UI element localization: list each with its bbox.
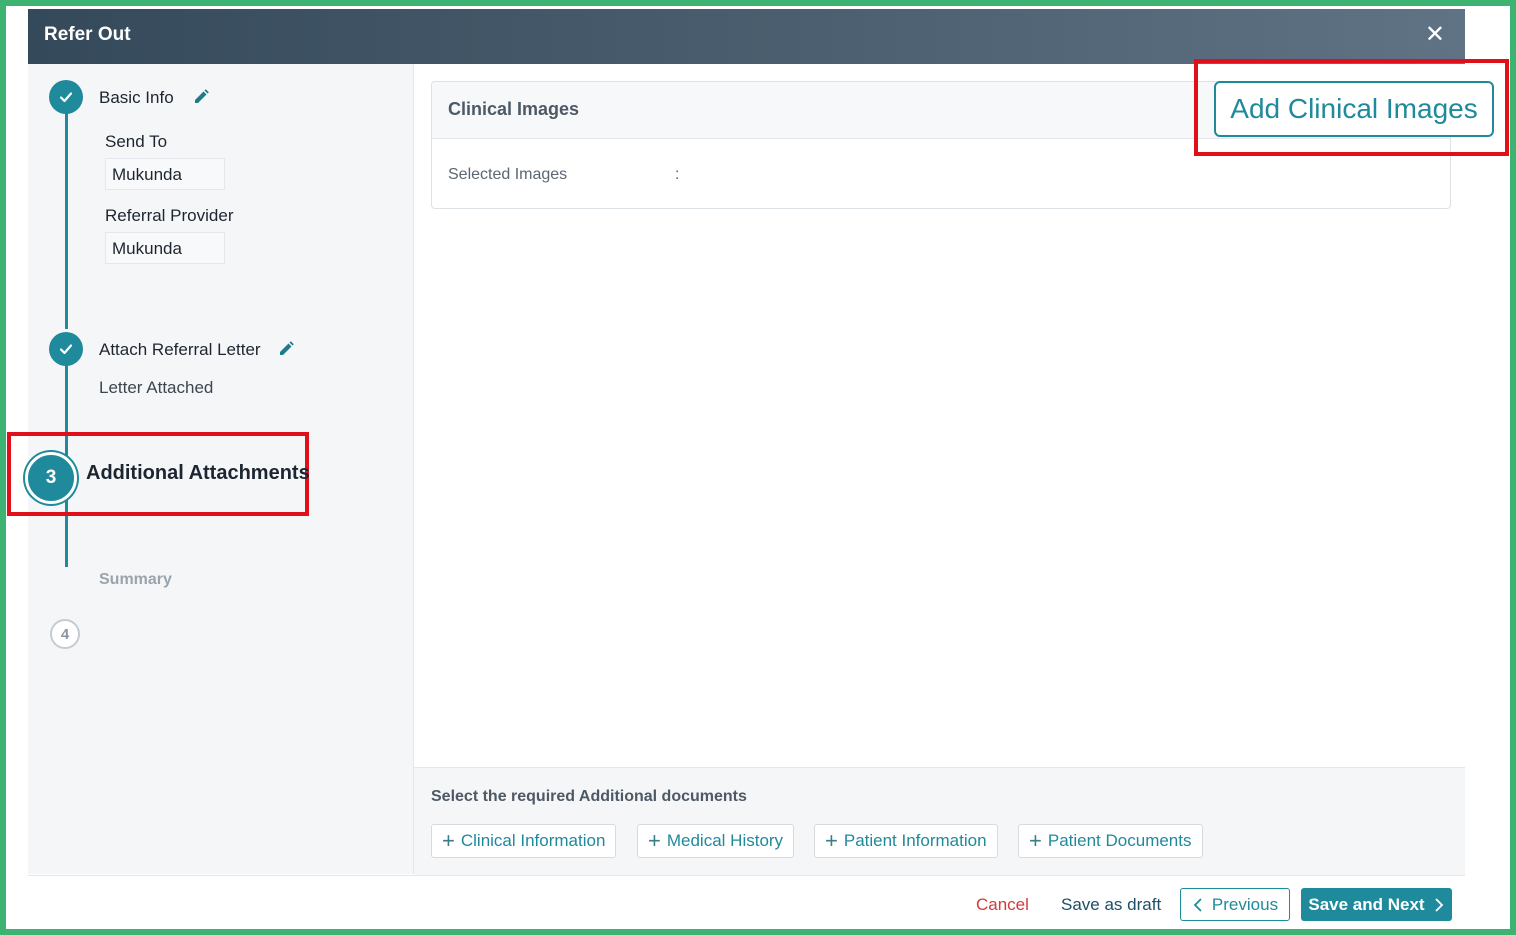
- selected-images-label: Selected Images: [448, 166, 568, 183]
- chip-label: Clinical Information: [460, 831, 606, 850]
- clinical-images-title: Clinical Images: [448, 99, 580, 119]
- referral-provider-value: Mukunda: [105, 232, 225, 264]
- plus-icon: +: [1029, 828, 1042, 853]
- refer-out-dialog: Refer Out ✕ Basic Info Send To Mukunda R…: [7, 9, 1509, 931]
- add-clinical-information-button[interactable]: + Clinical Information: [431, 824, 617, 858]
- stepper-line: [65, 104, 68, 329]
- step-2-label[interactable]: Attach Referral Letter: [99, 340, 261, 360]
- chip-label: Patient Information: [843, 831, 987, 850]
- dialog-title: Refer Out: [44, 24, 131, 45]
- additional-documents-panel: Select the required Additional documents…: [414, 767, 1465, 875]
- dialog-titlebar: Refer Out ✕: [28, 9, 1465, 64]
- step-2-check-icon: [49, 332, 83, 366]
- send-to-value: Mukunda: [105, 158, 225, 190]
- add-patient-documents-button[interactable]: + Patient Documents: [1018, 824, 1203, 858]
- dialog-footer: Cancel Save as draft Previous Save and N…: [28, 875, 1465, 931]
- cancel-button[interactable]: Cancel: [976, 895, 1029, 915]
- add-patient-information-button[interactable]: + Patient Information: [814, 824, 998, 858]
- letter-attached-status: Letter Attached: [99, 378, 214, 397]
- save-and-next-button[interactable]: Save and Next: [1301, 888, 1452, 921]
- step-4-number: 4: [50, 619, 80, 649]
- plus-icon: +: [442, 828, 455, 853]
- step-1-check-icon: [49, 80, 83, 114]
- add-clinical-images-button[interactable]: Add Clinical Images: [1214, 81, 1494, 137]
- step-4-label[interactable]: Summary: [99, 571, 172, 589]
- referral-provider-label: Referral Provider: [105, 206, 234, 225]
- save-and-next-label: Save and Next: [1308, 894, 1425, 914]
- add-medical-history-button[interactable]: + Medical History: [637, 824, 795, 858]
- step-1-label[interactable]: Basic Info: [99, 88, 174, 108]
- additional-documents-title: Select the required Additional documents: [431, 788, 747, 805]
- plus-icon: +: [648, 828, 661, 853]
- chip-label: Medical History: [666, 831, 784, 850]
- edit-basic-info-icon[interactable]: [192, 88, 210, 106]
- previous-label: Previous: [1211, 894, 1279, 914]
- save-as-draft-button[interactable]: Save as draft: [1061, 895, 1161, 915]
- edit-referral-letter-icon[interactable]: [277, 340, 295, 358]
- chevron-right-icon: [1434, 897, 1443, 912]
- plus-icon: +: [825, 828, 838, 853]
- chip-label: Patient Documents: [1047, 831, 1192, 850]
- close-icon[interactable]: ✕: [1425, 23, 1445, 47]
- step-3-number: 3: [25, 452, 77, 504]
- send-to-label: Send To: [105, 132, 168, 151]
- previous-button[interactable]: Previous: [1180, 888, 1290, 921]
- selected-images-separator: :: [675, 166, 680, 183]
- step-3-label[interactable]: Additional Attachments: [86, 462, 310, 485]
- chevron-left-icon: [1193, 897, 1202, 912]
